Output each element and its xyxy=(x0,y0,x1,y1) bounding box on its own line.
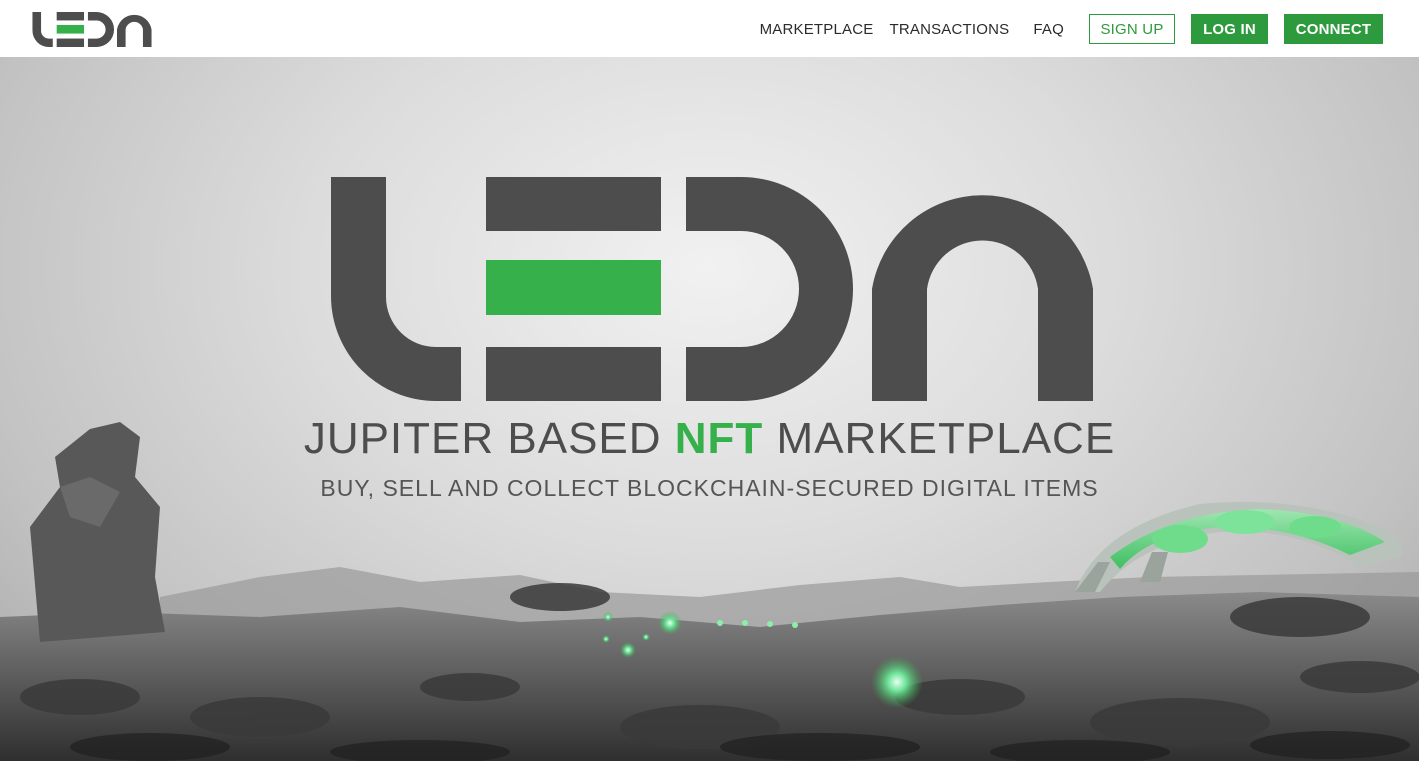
hero-banner: JUPITER BASED NFT MARKETPLACE BUY, SELL … xyxy=(0,57,1419,761)
sign-up-button[interactable]: SIGN UP xyxy=(1089,14,1175,44)
hero-tagline: JUPITER BASED NFT MARKETPLACE xyxy=(0,414,1419,464)
connect-button[interactable]: CONNECT xyxy=(1284,14,1383,44)
nav-marketplace-link[interactable]: MARKETPLACE xyxy=(760,21,874,38)
tagline-accent: NFT xyxy=(674,414,764,463)
ledn-hero-logo-icon xyxy=(331,177,1093,401)
main-nav: MARKETPLACE TRANSACTIONS FAQ SIGN UP LOG… xyxy=(760,14,1383,44)
top-navbar: MARKETPLACE TRANSACTIONS FAQ SIGN UP LOG… xyxy=(0,0,1419,57)
tagline-suffix: MARKETPLACE xyxy=(763,414,1116,463)
nav-transactions-link[interactable]: TRANSACTIONS xyxy=(889,21,1009,38)
hero-subtagline: BUY, SELL AND COLLECT BLOCKCHAIN-SECURED… xyxy=(320,475,1099,501)
hero-landscape xyxy=(0,422,1419,761)
nav-faq-link[interactable]: FAQ xyxy=(1033,21,1064,38)
tagline-prefix: JUPITER BASED xyxy=(303,414,675,463)
ledn-logo-icon[interactable] xyxy=(31,12,153,47)
log-in-button[interactable]: LOG IN xyxy=(1191,14,1268,44)
